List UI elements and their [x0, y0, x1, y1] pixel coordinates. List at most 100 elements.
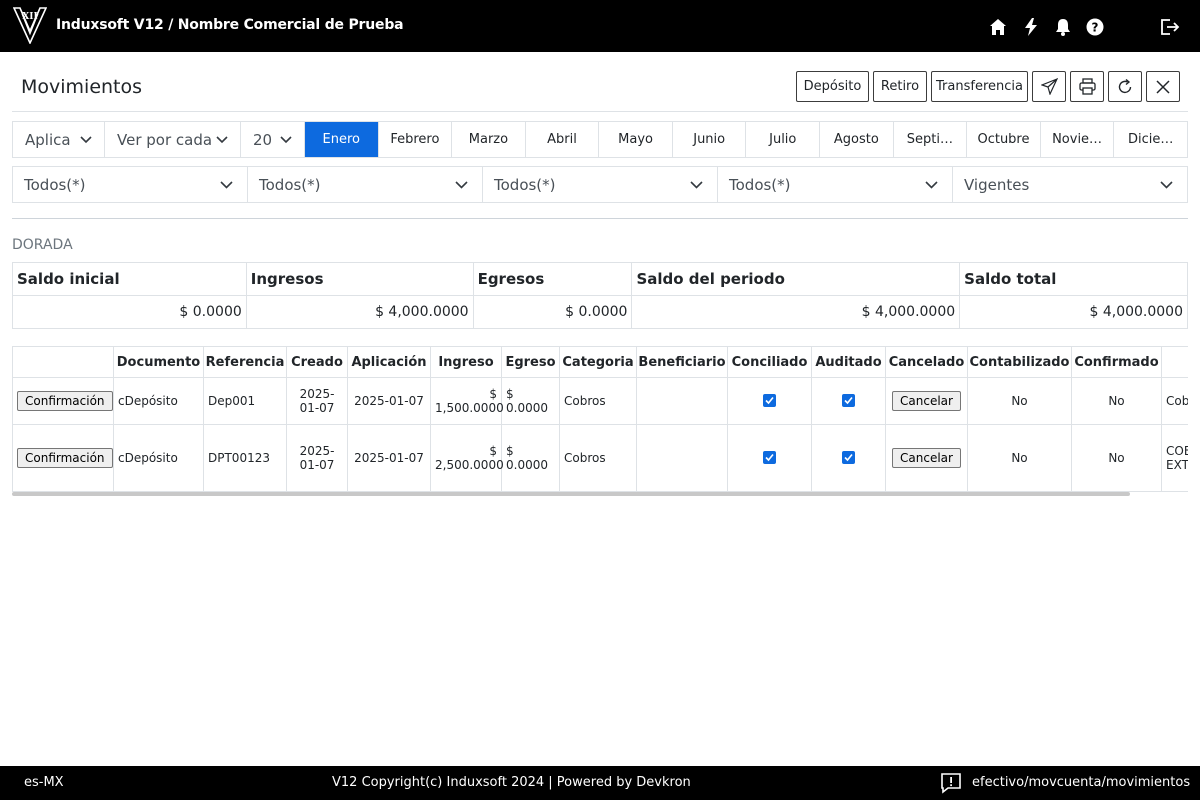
filter-select-value: Vigentes [964, 175, 1030, 194]
column-header-conciliado[interactable]: Conciliado [727, 346, 812, 378]
view-select[interactable]: Ver por cada [105, 122, 241, 157]
retiro-button[interactable]: Retiro [873, 71, 927, 102]
chevron-down-icon [216, 136, 228, 144]
print-button[interactable] [1070, 71, 1104, 102]
chevron-down-icon [80, 136, 92, 144]
period-selector: Aplica Ver por cada 20 Enero Febrero Mar… [12, 121, 1188, 158]
app-logo[interactable]: XII [13, 6, 47, 44]
auditado-checkbox[interactable] [842, 394, 855, 407]
help-icon[interactable]: ? [1085, 17, 1105, 37]
apply-select[interactable]: Aplica [13, 122, 105, 157]
month-tab-marzo[interactable]: Marzo [452, 122, 526, 157]
logout-icon[interactable] [1160, 17, 1180, 37]
month-tab-abril[interactable]: Abril [526, 122, 600, 157]
column-header-ingreso[interactable]: Ingreso [430, 346, 502, 378]
deposito-button[interactable]: Depósito [796, 71, 869, 102]
column-header-beneficiario[interactable]: Beneficiario [636, 346, 728, 378]
chevron-down-icon [455, 181, 468, 189]
column-header-categoria[interactable]: Categoria [559, 346, 637, 378]
column-header-contabilizado[interactable]: Contabilizado [967, 346, 1072, 378]
extra-cell: Cob prot [1161, 377, 1188, 425]
home-icon[interactable] [988, 17, 1008, 37]
saldo-periodo-value: $ 4,000.0000 [631, 295, 961, 329]
svg-text:?: ? [1092, 21, 1099, 35]
auditado-cell [811, 377, 886, 425]
print-icon [1078, 78, 1096, 95]
balance-summary-table: Saldo inicial Ingresos Egresos Saldo del… [12, 262, 1188, 329]
confirmado-cell: No [1071, 424, 1162, 492]
month-tab-febrero[interactable]: Febrero [379, 122, 453, 157]
summary-value-row: $ 0.0000 $ 4,000.0000 $ 0.0000 $ 4,000.0… [12, 295, 1188, 329]
check-icon [765, 453, 774, 462]
filter-select-4[interactable]: Todos(*) [718, 167, 953, 202]
month-tab-junio[interactable]: Junio [673, 122, 747, 157]
chevron-down-icon [220, 181, 233, 189]
view-select-value: Ver por cada [117, 130, 213, 149]
bolt-icon[interactable] [1021, 17, 1041, 37]
footer: es-MX V12 Copyright(c) Induxsoft 2024 | … [0, 766, 1200, 800]
year-select[interactable]: 20 [241, 122, 305, 157]
action-cell: Confirmación [12, 377, 114, 425]
column-header-aplicacion[interactable]: Aplicación [347, 346, 431, 378]
conciliado-checkbox[interactable] [763, 394, 776, 407]
month-tab-julio[interactable]: Julio [746, 122, 821, 157]
ingreso-cell: $ 1,500.0000 [430, 377, 504, 425]
summary-header: Saldo del periodo [631, 262, 961, 296]
ingresos-value: $ 4,000.0000 [245, 295, 474, 329]
filter-select-2[interactable]: Todos(*) [248, 167, 483, 202]
month-tab-enero[interactable]: Enero [305, 122, 379, 157]
column-header [1161, 346, 1188, 378]
column-header-cancelado[interactable]: Cancelado [885, 346, 968, 378]
transferencia-button[interactable]: Transferencia [931, 71, 1028, 102]
refresh-button[interactable] [1108, 71, 1142, 102]
filter-select-1[interactable]: Todos(*) [13, 167, 248, 202]
summary-header: Saldo inicial [12, 262, 247, 296]
header-divider [12, 111, 1188, 112]
movements-table-scroll[interactable]: Documento Referencia Creado Aplicación I… [12, 346, 1188, 496]
close-button[interactable] [1146, 71, 1180, 102]
cancelado-cell: Cancelar [885, 424, 968, 492]
confirmacion-button[interactable]: Confirmación [17, 391, 113, 411]
column-header-auditado[interactable]: Auditado [811, 346, 886, 378]
month-tab-agosto[interactable]: Agosto [820, 122, 894, 157]
cancelar-button[interactable]: Cancelar [892, 448, 961, 468]
month-tab-noviembre[interactable]: Novie… [1041, 122, 1115, 157]
chevron-down-icon [925, 181, 938, 189]
egreso-cell: $ 0.0000 [501, 377, 560, 425]
auditado-checkbox[interactable] [842, 451, 855, 464]
contabilizado-cell: No [967, 424, 1072, 492]
month-tab-octubre[interactable]: Octubre [967, 122, 1041, 157]
month-tab-diciembre[interactable]: Dicie… [1114, 122, 1187, 157]
month-tab-septiembre[interactable]: Septi… [894, 122, 968, 157]
ingreso-cell: $ 2,500.0000 [430, 424, 504, 492]
status-filter-select[interactable]: Vigentes [953, 167, 1187, 202]
column-header-egreso[interactable]: Egreso [501, 346, 560, 378]
creado-cell: 2025-01-07 [286, 424, 348, 492]
confirmacion-button[interactable]: Confirmación [17, 448, 113, 468]
summary-header-row: Saldo inicial Ingresos Egresos Saldo del… [12, 262, 1188, 296]
table-row: Confirmación cDepósito Dep001 2025-01-07… [12, 377, 1188, 425]
saldo-inicial-value: $ 0.0000 [12, 295, 247, 329]
table-row: Confirmación cDepósito DPT00123 2025-01-… [12, 424, 1188, 492]
send-button[interactable] [1032, 71, 1066, 102]
column-header-referencia[interactable]: Referencia [203, 346, 287, 378]
column-header-creado[interactable]: Creado [286, 346, 348, 378]
movements-table: Documento Referencia Creado Aplicación I… [12, 346, 1188, 492]
apply-select-value: Aplica [25, 130, 71, 149]
bell-icon[interactable] [1053, 17, 1073, 37]
aplicacion-cell: 2025-01-07 [347, 377, 431, 425]
check-icon [844, 453, 853, 462]
column-header-documento[interactable]: Documento [113, 346, 204, 378]
confirmado-cell: No [1071, 377, 1162, 425]
column-header-confirmado[interactable]: Confirmado [1071, 346, 1162, 378]
horizontal-scrollbar[interactable] [12, 492, 1130, 496]
cancelar-button[interactable]: Cancelar [892, 391, 961, 411]
categoria-cell: Cobros [559, 377, 637, 425]
page-title: Movimientos [21, 76, 143, 98]
filter-select-3[interactable]: Todos(*) [483, 167, 718, 202]
month-tab-mayo[interactable]: Mayo [599, 122, 673, 157]
feedback-icon[interactable] [940, 772, 962, 794]
conciliado-checkbox[interactable] [763, 451, 776, 464]
check-icon [844, 396, 853, 405]
auditado-cell [811, 424, 886, 492]
